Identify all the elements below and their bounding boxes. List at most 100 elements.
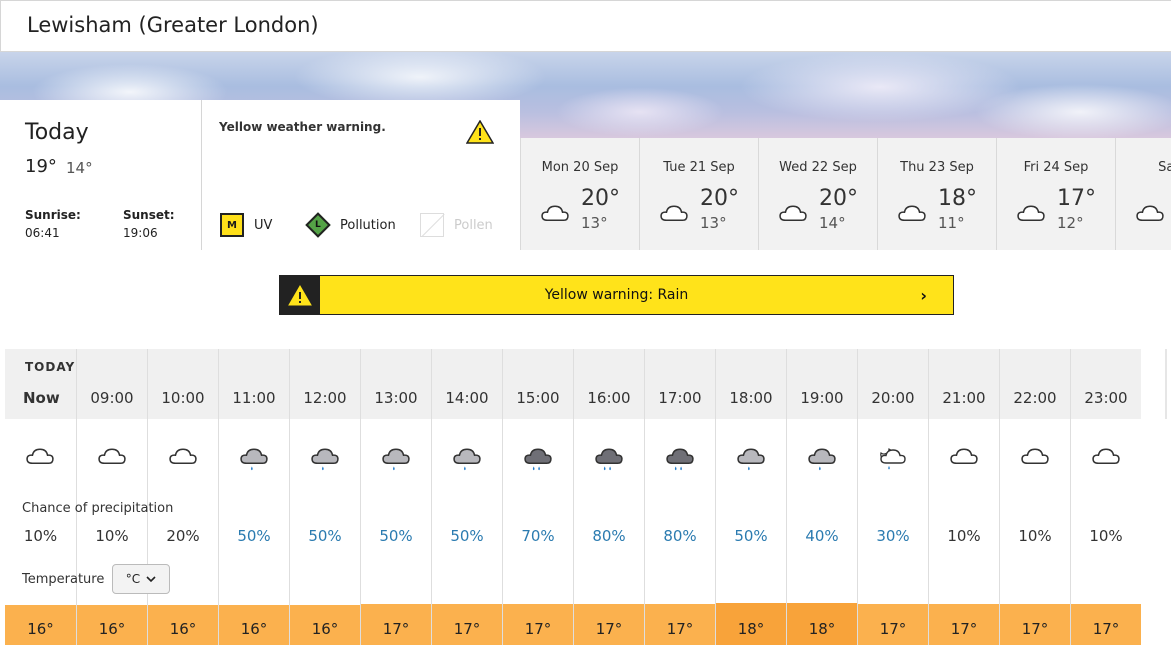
uv-badge: M xyxy=(220,213,244,237)
temperature-value: 17° xyxy=(1092,620,1120,638)
hour-column: 17:00 80% 17° xyxy=(644,349,715,645)
temperature-value: 17° xyxy=(382,620,410,638)
hour-time: 21:00 xyxy=(942,389,986,407)
warning-banner-icon-box xyxy=(280,276,320,314)
daily-forecast: Mon 20 Sep 20° 13° Tue 21 Sep 20° 13° Wed 22 S… xyxy=(520,138,1171,250)
hour-time: 11:00 xyxy=(232,389,276,407)
temperature-bar: 16° xyxy=(219,605,289,645)
temperature-bar: 17° xyxy=(432,604,502,645)
hour-column: 10:00 20% 16° xyxy=(147,349,218,645)
hour-time: 20:00 xyxy=(871,389,915,407)
temperature-value: 16° xyxy=(27,620,54,638)
temperature-bar: 16° xyxy=(77,605,147,645)
pollen-label: Pollen xyxy=(454,217,493,233)
hour-column: 13:00 50% 17° xyxy=(360,349,431,645)
cloud-icon xyxy=(1132,202,1168,234)
day-low: 12° xyxy=(1057,214,1084,232)
hour-time: 12:00 xyxy=(303,389,347,407)
today-summary: Today 19° 14° Sunrise: 06:41 Sunset: 19:… xyxy=(0,100,202,250)
hour-column: 15:00 70% 17° xyxy=(502,349,573,645)
hour-column: 16:00 80% 17° xyxy=(573,349,644,645)
day-forecast[interactable]: Tue 21 Sep 20° 13° xyxy=(639,138,758,250)
temperature-bar: 17° xyxy=(1000,604,1070,645)
unit-value: °C xyxy=(125,572,141,586)
sunset-time: 19:06 xyxy=(123,226,158,240)
hour-column: Now 10% 16° xyxy=(5,349,76,645)
hour-column: 23:00 10% 17° xyxy=(1070,349,1141,645)
cloud-icon xyxy=(537,202,573,234)
chevron-right-icon: › xyxy=(920,286,927,305)
light-rain-icon xyxy=(449,445,485,477)
hour-time: 15:00 xyxy=(516,389,560,407)
light-rain-icon xyxy=(804,445,840,477)
pollution-index[interactable]: L Pollution xyxy=(305,212,396,238)
cloud-icon xyxy=(656,202,692,234)
hour-time: 17:00 xyxy=(658,389,702,407)
temperature-value: 17° xyxy=(595,620,623,638)
temperature-value: 17° xyxy=(666,620,694,638)
precip-chance: 80% xyxy=(663,527,697,545)
hour-time: 13:00 xyxy=(374,389,418,407)
weather-page: Lewisham (Greater London) Today 19° 14° … xyxy=(0,0,1171,645)
sunrise-label: Sunrise: xyxy=(25,208,81,222)
precip-chance: 10% xyxy=(1089,527,1123,545)
temperature-bar: 17° xyxy=(858,604,928,645)
precip-chance: 50% xyxy=(379,527,413,545)
chevron-down-icon xyxy=(146,575,156,582)
temperature-bar: 17° xyxy=(503,604,573,645)
precip-chance: 80% xyxy=(592,527,626,545)
temperature-bar: 16° xyxy=(5,605,76,645)
hour-column: 09:00 10% 16° xyxy=(76,349,147,645)
temperature-value: 17° xyxy=(950,620,978,638)
day-name: Mon 20 Sep xyxy=(541,160,619,175)
light-rain-icon xyxy=(378,445,414,477)
today-low: 14° xyxy=(66,159,93,177)
precip-chance: 10% xyxy=(95,527,129,545)
light-rain-icon xyxy=(307,445,343,477)
precip-chance: 50% xyxy=(237,527,271,545)
today-label: Today xyxy=(25,120,89,145)
day-low: 13° xyxy=(581,214,608,232)
today-card[interactable]: Today 19° 14° Sunrise: 06:41 Sunset: 19:… xyxy=(0,100,520,250)
temperature-bar: 16° xyxy=(148,605,218,645)
temperature-bar: 17° xyxy=(645,604,715,645)
location-title: Lewisham (Greater London) xyxy=(27,13,319,37)
day-forecast[interactable]: Sat 2 xyxy=(1115,138,1171,250)
cloud-icon xyxy=(1088,445,1124,477)
temperature-value: 18° xyxy=(808,620,836,638)
day-forecast[interactable]: Mon 20 Sep 20° 13° xyxy=(520,138,639,250)
day-low: 13° xyxy=(700,214,727,232)
cloud-icon xyxy=(22,445,58,477)
hour-time: 22:00 xyxy=(1013,389,1057,407)
day-forecast[interactable]: Thu 23 Sep 18° 11° xyxy=(877,138,996,250)
precip-chance: 50% xyxy=(734,527,768,545)
temperature-value: 16° xyxy=(311,620,339,638)
temperature-value: 17° xyxy=(524,620,552,638)
temperature-bar: 18° xyxy=(787,603,857,645)
day-name: Thu 23 Sep xyxy=(900,160,974,175)
hour-time: 10:00 xyxy=(161,389,205,407)
temperature-value: 17° xyxy=(1021,620,1049,638)
light-rain-icon xyxy=(236,445,272,477)
day-forecast[interactable]: Wed 22 Sep 20° 14° xyxy=(758,138,877,250)
day-high: 20° xyxy=(700,186,739,211)
precip-chance: 10% xyxy=(947,527,981,545)
warning-triangle-icon xyxy=(288,284,312,305)
hour-column: 14:00 50% 17° xyxy=(431,349,502,645)
hour-column: 22:00 10% 17° xyxy=(999,349,1070,645)
day-name: Fri 24 Sep xyxy=(1023,160,1089,175)
uv-label: UV xyxy=(254,217,273,233)
day-low: 14° xyxy=(819,214,846,232)
heavy-rain-icon xyxy=(591,445,627,477)
pollen-index[interactable]: Pollen xyxy=(420,212,493,238)
location-header: Lewisham (Greater London) xyxy=(0,0,1171,52)
temperature-unit-select[interactable]: °C xyxy=(112,564,170,594)
uv-index[interactable]: M UV xyxy=(220,212,272,238)
warning-triangle-icon xyxy=(465,119,495,144)
hour-column: 19:00 40% 18° xyxy=(786,349,857,645)
weather-warning-text[interactable]: Yellow weather warning. xyxy=(219,120,386,134)
day-forecast[interactable]: Fri 24 Sep 17° 12° xyxy=(996,138,1115,250)
precip-chance: 50% xyxy=(308,527,342,545)
pollen-unavailable-icon xyxy=(420,213,444,237)
rain-warning-banner[interactable]: Yellow warning: Rain › xyxy=(279,275,954,315)
